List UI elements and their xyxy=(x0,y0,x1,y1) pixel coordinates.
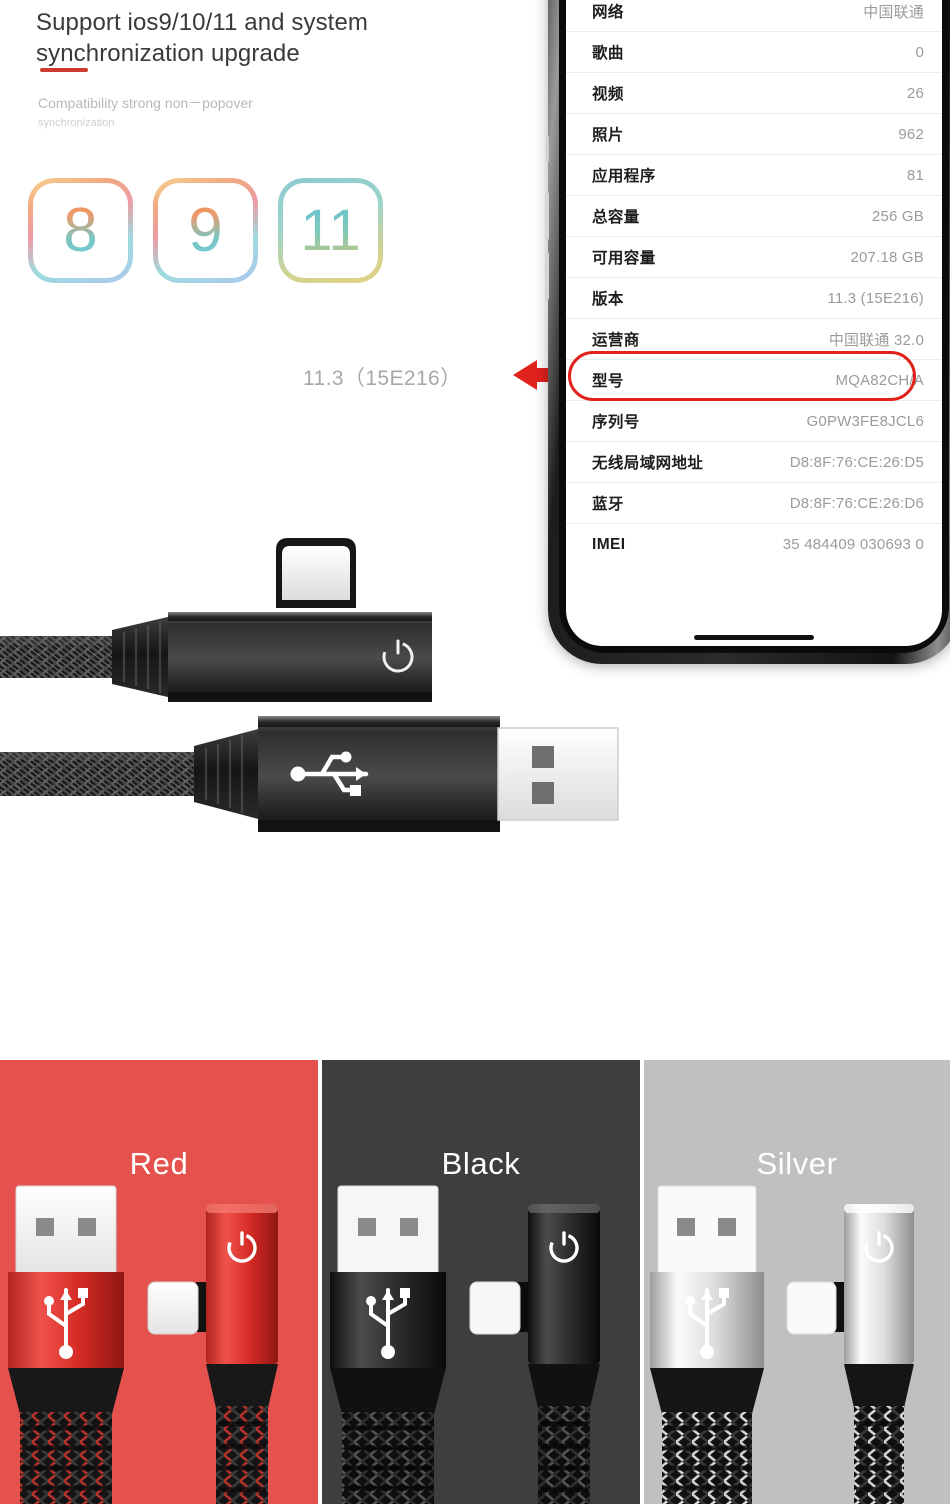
settings-row-label: 总容量 xyxy=(592,209,640,226)
settings-row-label: 序列号 xyxy=(592,414,640,431)
settings-row-label: 视频 xyxy=(592,86,624,103)
settings-row: 歌曲 0 xyxy=(566,32,942,73)
color-panel-black-label: Black xyxy=(441,1146,521,1181)
ios-badge-11-label: 11 xyxy=(300,197,361,263)
settings-row-value: MQA82CH/A xyxy=(835,371,924,389)
settings-row-label: 版本 xyxy=(592,291,624,308)
volume-up-button[interactable] xyxy=(545,192,549,240)
settings-row-value: D8:8F:76:CE:26:D6 xyxy=(789,494,924,512)
settings-row-value: 中国联通 32.0 xyxy=(828,331,924,349)
settings-row-value: 962 xyxy=(898,125,924,143)
ios-badge-9-label: 9 xyxy=(188,195,223,265)
settings-row-label: 可用容量 xyxy=(592,250,656,267)
color-panel-red-label: Red xyxy=(129,1146,189,1181)
settings-row-value: 中国联通 xyxy=(863,3,924,21)
ios-badge-8-label: 8 xyxy=(63,195,98,265)
settings-row: 型号 MQA82CH/A xyxy=(566,360,942,401)
settings-row-label: 型号 xyxy=(592,373,624,390)
color-panel-silver[interactable]: Silver xyxy=(644,1060,950,1504)
settings-row-label: 应用程序 xyxy=(592,168,656,185)
settings-row-value: G0PW3FE8JCL6 xyxy=(806,412,924,430)
page-title: Support ios9/10/11 and system synchroniz… xyxy=(36,9,368,67)
settings-row: 序列号 G0PW3FE8JCL6 xyxy=(566,401,942,442)
settings-row: 可用容量 207.18 GB xyxy=(566,237,942,278)
settings-row-value: 256 GB xyxy=(871,207,924,225)
subtitle-line-2: synchronization xyxy=(38,116,115,129)
settings-row: 运营商 中国联通 32.0 xyxy=(566,319,942,360)
home-indicator-bar xyxy=(694,635,814,640)
cable-illustration-silver xyxy=(650,1185,914,1504)
color-panel-silver-label: Silver xyxy=(756,1146,838,1181)
settings-row: 蓝牙 D8:8F:76:CE:26:D6 xyxy=(566,483,942,524)
settings-row-value: 0 xyxy=(915,43,924,61)
settings-row: 无线局域网地址 D8:8F:76:CE:26:D5 xyxy=(566,442,942,483)
silent-switch[interactable] xyxy=(546,136,549,162)
product-cable-illustration xyxy=(0,538,619,832)
ios-badge-9: 9 xyxy=(153,178,258,283)
product-feature-section: Support ios9/10/11 and system synchroniz… xyxy=(0,0,950,1050)
settings-row-value: 11.3 (15E216) xyxy=(827,289,924,307)
volume-down-button[interactable] xyxy=(545,252,549,300)
settings-row: 网络 中国联通 xyxy=(566,0,942,32)
title-underline-rule xyxy=(40,68,88,72)
settings-row: 应用程序 81 xyxy=(566,155,942,196)
settings-row-value: 81 xyxy=(906,166,924,184)
settings-row-label: 歌曲 xyxy=(592,45,624,62)
settings-row-value: 35 484409 030693 0 xyxy=(782,536,924,553)
settings-row-label: 网络 xyxy=(592,4,624,21)
ios-badge-8: 8 xyxy=(28,178,133,283)
subtitle-line-1: Compatibility strong non－popover xyxy=(38,95,253,111)
settings-row: 总容量 256 GB xyxy=(566,196,942,237)
cable-illustration-black xyxy=(330,1185,600,1504)
page-subtitle: Compatibility strong non－popover synchro… xyxy=(38,93,368,132)
ios-version-badges: 8 9 11 xyxy=(28,178,383,283)
settings-row-label: 照片 xyxy=(592,127,624,144)
version-callout-label: 11.3（15E216） xyxy=(303,367,462,390)
settings-row: 照片 962 xyxy=(566,114,942,155)
settings-row-label: 蓝牙 xyxy=(592,496,624,513)
color-panel-red[interactable]: Red xyxy=(0,1060,318,1504)
settings-row-label: 无线局域网地址 xyxy=(592,455,704,472)
settings-row: 视频 26 xyxy=(566,73,942,114)
ios-badge-11: 11 xyxy=(278,178,383,283)
cable-illustration-red xyxy=(8,1185,278,1504)
settings-row-value: 26 xyxy=(906,84,924,102)
settings-row-value: D8:8F:76:CE:26:D5 xyxy=(789,453,924,471)
color-variants-section: Red Black Silver xyxy=(0,1060,950,1504)
settings-row-value: 207.18 GB xyxy=(850,248,924,266)
about-settings-list: 名称iPhone›网络中国联通歌曲0视频26照片962应用程序81总容量256 … xyxy=(566,0,942,565)
color-panel-black[interactable]: Black xyxy=(322,1060,640,1504)
settings-row-label: 运营商 xyxy=(592,332,640,349)
settings-row: 版本 11.3 (15E216) xyxy=(566,278,942,319)
